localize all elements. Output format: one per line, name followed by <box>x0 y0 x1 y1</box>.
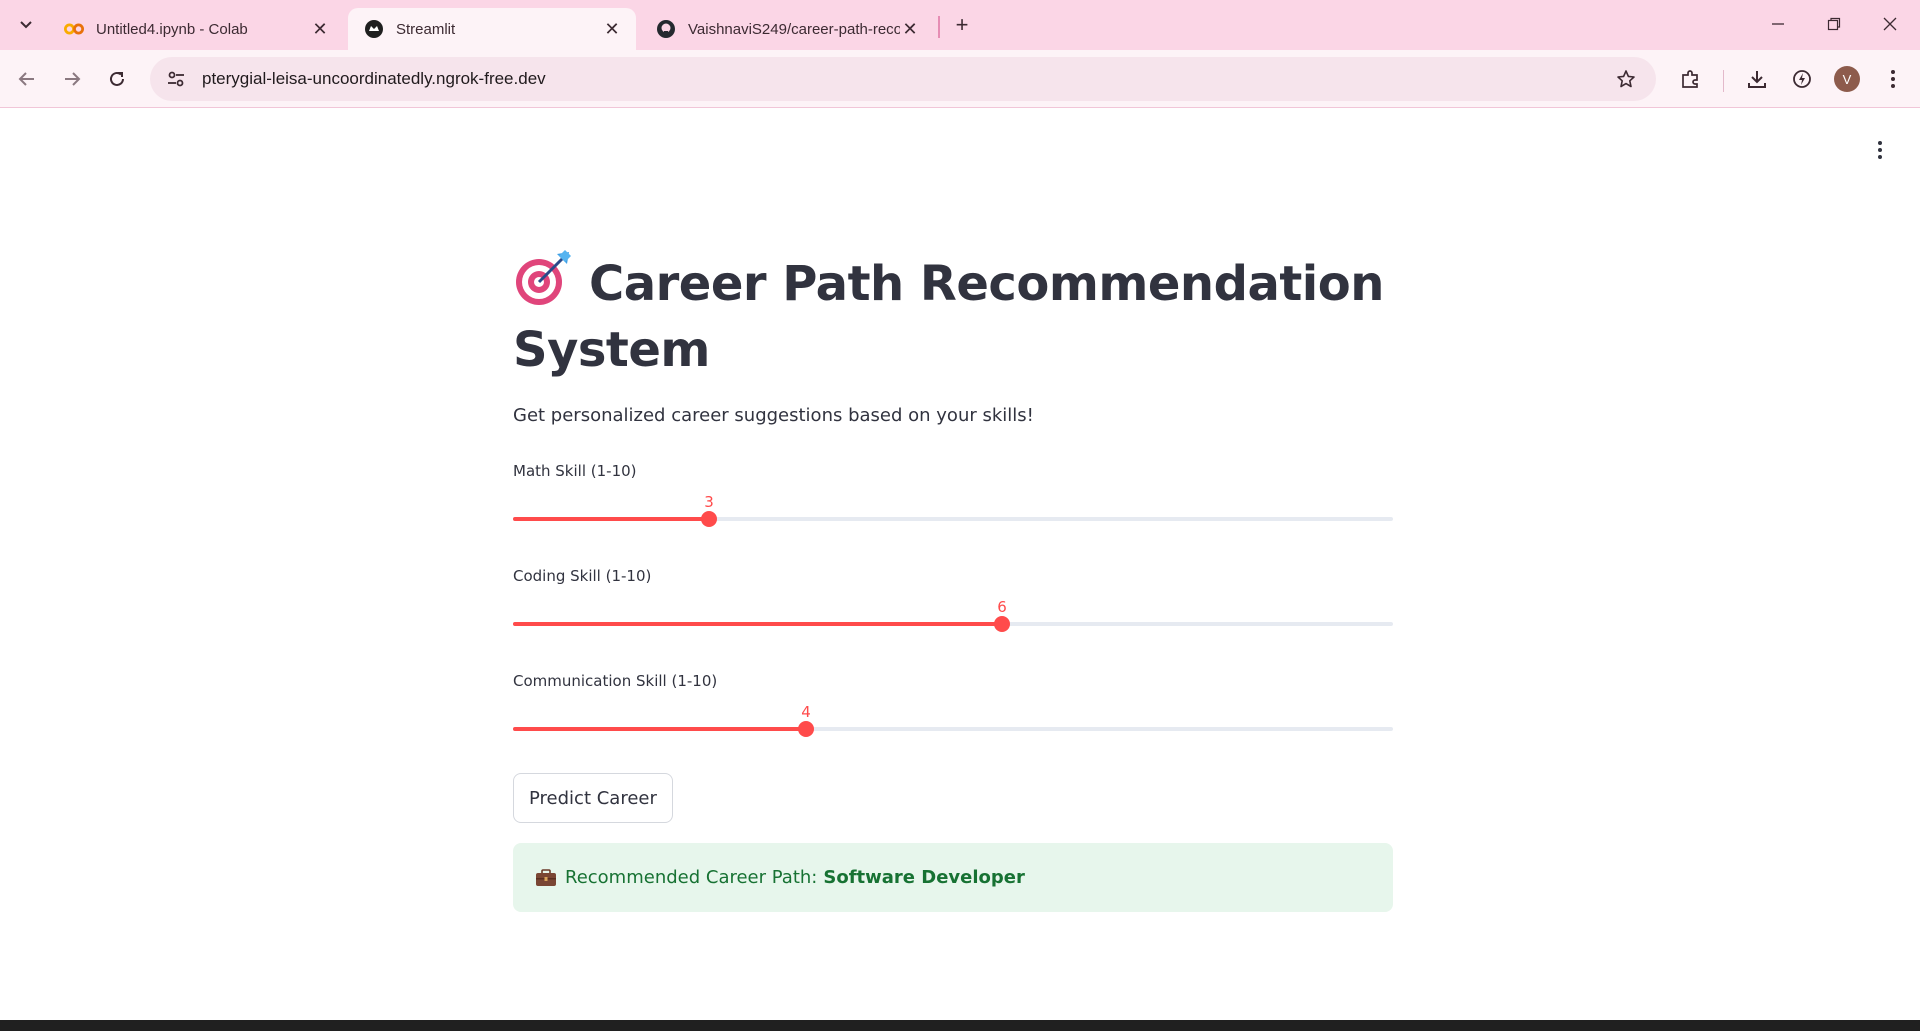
slider-track[interactable] <box>513 721 1393 737</box>
chevron-down-icon <box>20 21 32 29</box>
tab-title: Untitled4.ipynb - Colab <box>96 20 248 38</box>
tab-colab[interactable]: Untitled4.ipynb - Colab ✕ <box>48 8 344 50</box>
restore-icon <box>1827 17 1841 31</box>
colab-icon <box>64 19 84 39</box>
restore-button[interactable] <box>1806 4 1862 44</box>
page-title: Career Path Recommendation System <box>513 250 1393 383</box>
slider-track[interactable] <box>513 511 1393 527</box>
tab-divider <box>938 16 940 38</box>
more-vertical-icon <box>1878 141 1882 145</box>
extensions-button[interactable] <box>1674 62 1708 96</box>
tab-search-button[interactable] <box>10 10 42 40</box>
slider-fill <box>513 517 709 521</box>
arrow-right-icon <box>65 72 81 86</box>
direct-hit-icon <box>516 250 571 305</box>
arrow-left-icon <box>18 72 34 86</box>
browser-toolbar: pterygial-leisa-uncoordinatedly.ngrok-fr… <box>0 50 1920 108</box>
slider-fill <box>513 727 806 731</box>
os-taskbar <box>0 1020 1920 1031</box>
tab-github[interactable]: VaishnaviS249/career-path-reco ✕ <box>640 8 934 50</box>
star-icon <box>1617 70 1635 88</box>
more-vertical-icon <box>1891 70 1895 88</box>
tab-streamlit[interactable]: Streamlit ✕ <box>348 8 636 50</box>
close-icon <box>1883 17 1897 31</box>
speedometer-icon <box>1793 70 1811 88</box>
app-main-menu-button[interactable] <box>1864 134 1896 166</box>
reload-icon <box>110 71 124 86</box>
form-area: Math Skill (1-10) 3 Coding Skill (1-10) … <box>513 462 1393 1022</box>
back-button[interactable] <box>10 62 44 96</box>
address-bar[interactable]: pterygial-leisa-uncoordinatedly.ngrok-fr… <box>150 57 1656 101</box>
downloads-button[interactable] <box>1740 62 1774 96</box>
new-tab-button[interactable]: + <box>948 11 976 39</box>
reload-button[interactable] <box>100 62 134 96</box>
communication-skill-slider[interactable]: Communication Skill (1-10) 4 <box>513 672 1393 762</box>
site-info-button[interactable] <box>154 57 198 101</box>
tab-title: VaishnaviS249/career-path-reco <box>688 20 900 38</box>
coding-skill-slider[interactable]: Coding Skill (1-10) 6 <box>513 567 1393 657</box>
url-text[interactable]: pterygial-leisa-uncoordinatedly.ngrok-fr… <box>202 69 1606 89</box>
slider-track[interactable] <box>513 616 1393 632</box>
plus-icon: + <box>955 12 969 37</box>
slider-thumb[interactable] <box>701 511 717 527</box>
close-icon[interactable]: ✕ <box>310 19 330 39</box>
app-main-content: Career Path Recommendation System Get pe… <box>513 250 1393 426</box>
performance-button[interactable] <box>1785 62 1819 96</box>
slider-value: 4 <box>801 703 811 721</box>
browser-tab-bar: Untitled4.ipynb - Colab ✕ Streamlit ✕ Va… <box>0 0 1920 50</box>
page-title-text: Career Path Recommendation System <box>513 256 1384 378</box>
math-skill-slider[interactable]: Math Skill (1-10) 3 <box>513 462 1393 552</box>
slider-value: 6 <box>997 598 1007 616</box>
page-subtitle: Get personalized career suggestions base… <box>513 405 1034 426</box>
bookmark-button[interactable] <box>1606 59 1646 99</box>
predict-career-button[interactable]: Predict Career <box>513 773 673 823</box>
tab-title: Streamlit <box>396 20 456 38</box>
slider-label: Coding Skill (1-10) <box>513 567 652 585</box>
close-icon[interactable]: ✕ <box>602 19 622 39</box>
forward-button[interactable] <box>55 62 89 96</box>
minimize-button[interactable] <box>1750 4 1806 44</box>
puzzle-icon <box>1682 70 1698 88</box>
slider-label: Math Skill (1-10) <box>513 462 637 480</box>
streamlit-icon <box>364 19 384 39</box>
slider-thumb[interactable] <box>994 616 1010 632</box>
slider-fill <box>513 622 1002 626</box>
close-window-button[interactable] <box>1862 4 1918 44</box>
tune-icon <box>168 71 184 87</box>
slider-value: 3 <box>704 493 714 511</box>
slider-label: Communication Skill (1-10) <box>513 672 718 690</box>
toolbar-divider <box>1723 70 1724 92</box>
minimize-icon <box>1772 23 1784 25</box>
download-icon <box>1748 71 1766 88</box>
profile-avatar[interactable]: V <box>1834 66 1860 92</box>
github-icon <box>656 19 676 39</box>
close-icon[interactable]: ✕ <box>900 19 920 39</box>
slider-thumb[interactable] <box>798 721 814 737</box>
browser-menu-button[interactable] <box>1876 62 1910 96</box>
